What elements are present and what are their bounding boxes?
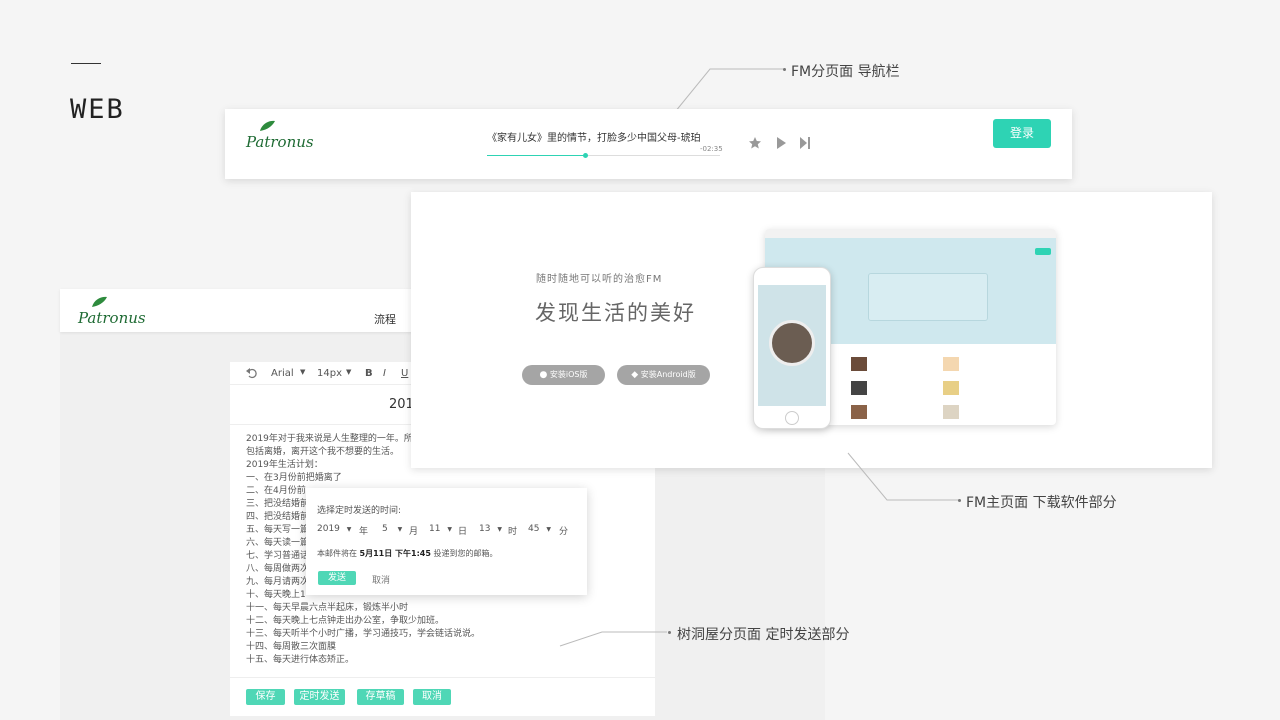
leaf-icon xyxy=(92,296,107,307)
save-button[interactable]: 保存 xyxy=(246,689,285,705)
star-icon[interactable] xyxy=(749,137,761,149)
callout-download-dot xyxy=(958,499,961,502)
caret-down-icon: ▼ xyxy=(346,526,352,533)
nav-item-process[interactable]: 流程 xyxy=(374,311,396,327)
play-icon[interactable] xyxy=(776,137,786,149)
hour-value: 13 xyxy=(479,524,491,534)
draft-button[interactable]: 存草稿 xyxy=(357,689,404,705)
navbar-card: Patronus 《家有儿女》里的情节，打脸多少中国父母-琥珀 -02:35 登… xyxy=(225,109,1072,179)
dialog-title: 选择定时发送的时间: xyxy=(317,506,402,516)
section-label: WEB xyxy=(70,94,125,125)
undo-icon[interactable] xyxy=(246,367,258,379)
callout-schedule-line xyxy=(559,631,667,647)
callout-schedule-dot xyxy=(668,631,671,634)
callout-nav: FM分页面 导航栏 xyxy=(791,64,900,80)
phone-mockup xyxy=(753,267,831,429)
tagline: 随时随地可以听的治愈FM xyxy=(536,274,663,285)
progress-fill xyxy=(487,155,585,156)
doc-line: 一、在3月份前把婚离了 xyxy=(246,473,342,483)
day-select[interactable]: 11 ▼ xyxy=(429,524,452,534)
caret-down-icon: ▼ xyxy=(447,526,452,533)
minute-value: 45 xyxy=(528,524,540,534)
notice-time: 5月11日 下午1:45 xyxy=(359,549,431,558)
login-button[interactable]: 登录 xyxy=(993,119,1051,148)
fm-main-card: 随时随地可以听的治愈FM 发现生活的美好 ● 安装iOS版 ◆ 安装Androi… xyxy=(411,192,1212,468)
bold-button[interactable]: B xyxy=(365,368,373,379)
dialog-notice: 本邮件将在 5月11日 下午1:45 投递到您的邮箱。 xyxy=(317,548,497,559)
month-value: 5 xyxy=(382,524,388,534)
callout-nav-dot xyxy=(783,68,786,71)
year-unit: 年 xyxy=(359,527,369,537)
mock-titlebar xyxy=(765,229,1056,238)
day-value: 11 xyxy=(429,524,441,534)
album-art xyxy=(769,320,815,366)
month-select[interactable]: 5 ▼ xyxy=(382,524,402,534)
leaf-icon xyxy=(260,120,275,131)
next-icon[interactable] xyxy=(799,137,811,149)
track-time: -02:35 xyxy=(700,145,723,153)
doc-line: 十一、每天早晨六点半起床，锻炼半小时 xyxy=(246,603,409,613)
notice-prefix: 本邮件将在 xyxy=(317,549,357,558)
minute-select[interactable]: 45 ▼ xyxy=(528,524,551,534)
mock-grid xyxy=(851,357,971,423)
progress-track[interactable] xyxy=(487,153,720,158)
year-value: 2019 xyxy=(317,524,340,534)
notice-suffix: 投递到您的邮箱。 xyxy=(433,549,498,558)
android-icon: ◆ xyxy=(631,370,639,380)
font-caret-icon: ▼ xyxy=(300,368,306,376)
schedule-send-button[interactable]: 定时发送 xyxy=(294,689,345,705)
minute-unit: 分 xyxy=(559,527,569,537)
doc-line: 十五、每天进行体态矫正。 xyxy=(246,655,355,665)
callout-download-line xyxy=(847,452,960,501)
year-select[interactable]: 2019 ▼ xyxy=(317,524,351,534)
hour-unit: 时 xyxy=(508,527,518,537)
install-ios-label: 安装iOS版 xyxy=(549,370,588,379)
progress-knob[interactable] xyxy=(582,153,588,158)
mock-player xyxy=(868,273,988,321)
schedule-dialog: 选择定时发送的时间: 2019 ▼ 年 5 ▼ 月 11 ▼ 日 13 ▼ 时 … xyxy=(306,488,587,595)
headline: 发现生活的美好 xyxy=(535,301,696,325)
install-ios-button[interactable]: ● 安装iOS版 xyxy=(522,365,605,385)
cancel-button[interactable]: 取消 xyxy=(413,689,451,705)
size-caret-icon: ▼ xyxy=(346,368,352,376)
font-select[interactable]: Arial xyxy=(271,368,294,379)
dialog-send-button[interactable]: 发送 xyxy=(318,571,356,585)
dialog-cancel-button[interactable]: 取消 xyxy=(372,573,390,586)
section-rule xyxy=(71,63,101,64)
install-android-label: 安装Android版 xyxy=(640,370,696,379)
home-button xyxy=(785,411,799,425)
underline-button[interactable]: U xyxy=(401,368,408,379)
hour-select[interactable]: 13 ▼ xyxy=(479,524,502,534)
track-title: 《家有儿女》里的情节，打脸多少中国父母-琥珀 xyxy=(487,133,701,144)
mock-login-button xyxy=(1035,248,1051,255)
day-unit: 日 xyxy=(458,527,468,537)
apple-icon: ● xyxy=(539,370,548,380)
caret-down-icon: ▼ xyxy=(397,526,403,533)
italic-button[interactable]: I xyxy=(383,368,386,379)
phone-screen xyxy=(758,285,826,406)
size-select[interactable]: 14px xyxy=(317,368,342,379)
doc-line: 十二、每天晚上七点钟走出办公室，争取少加班。 xyxy=(246,616,445,626)
install-android-button[interactable]: ◆ 安装Android版 xyxy=(617,365,710,385)
month-unit: 月 xyxy=(409,527,419,537)
caret-down-icon: ▼ xyxy=(497,526,502,533)
footer-rule xyxy=(230,677,655,678)
callout-download: FM主页面 下载软件部分 xyxy=(966,495,1117,511)
callout-schedule: 树洞屋分页面 定时发送部分 xyxy=(677,627,850,643)
caret-down-icon: ▼ xyxy=(546,526,551,533)
